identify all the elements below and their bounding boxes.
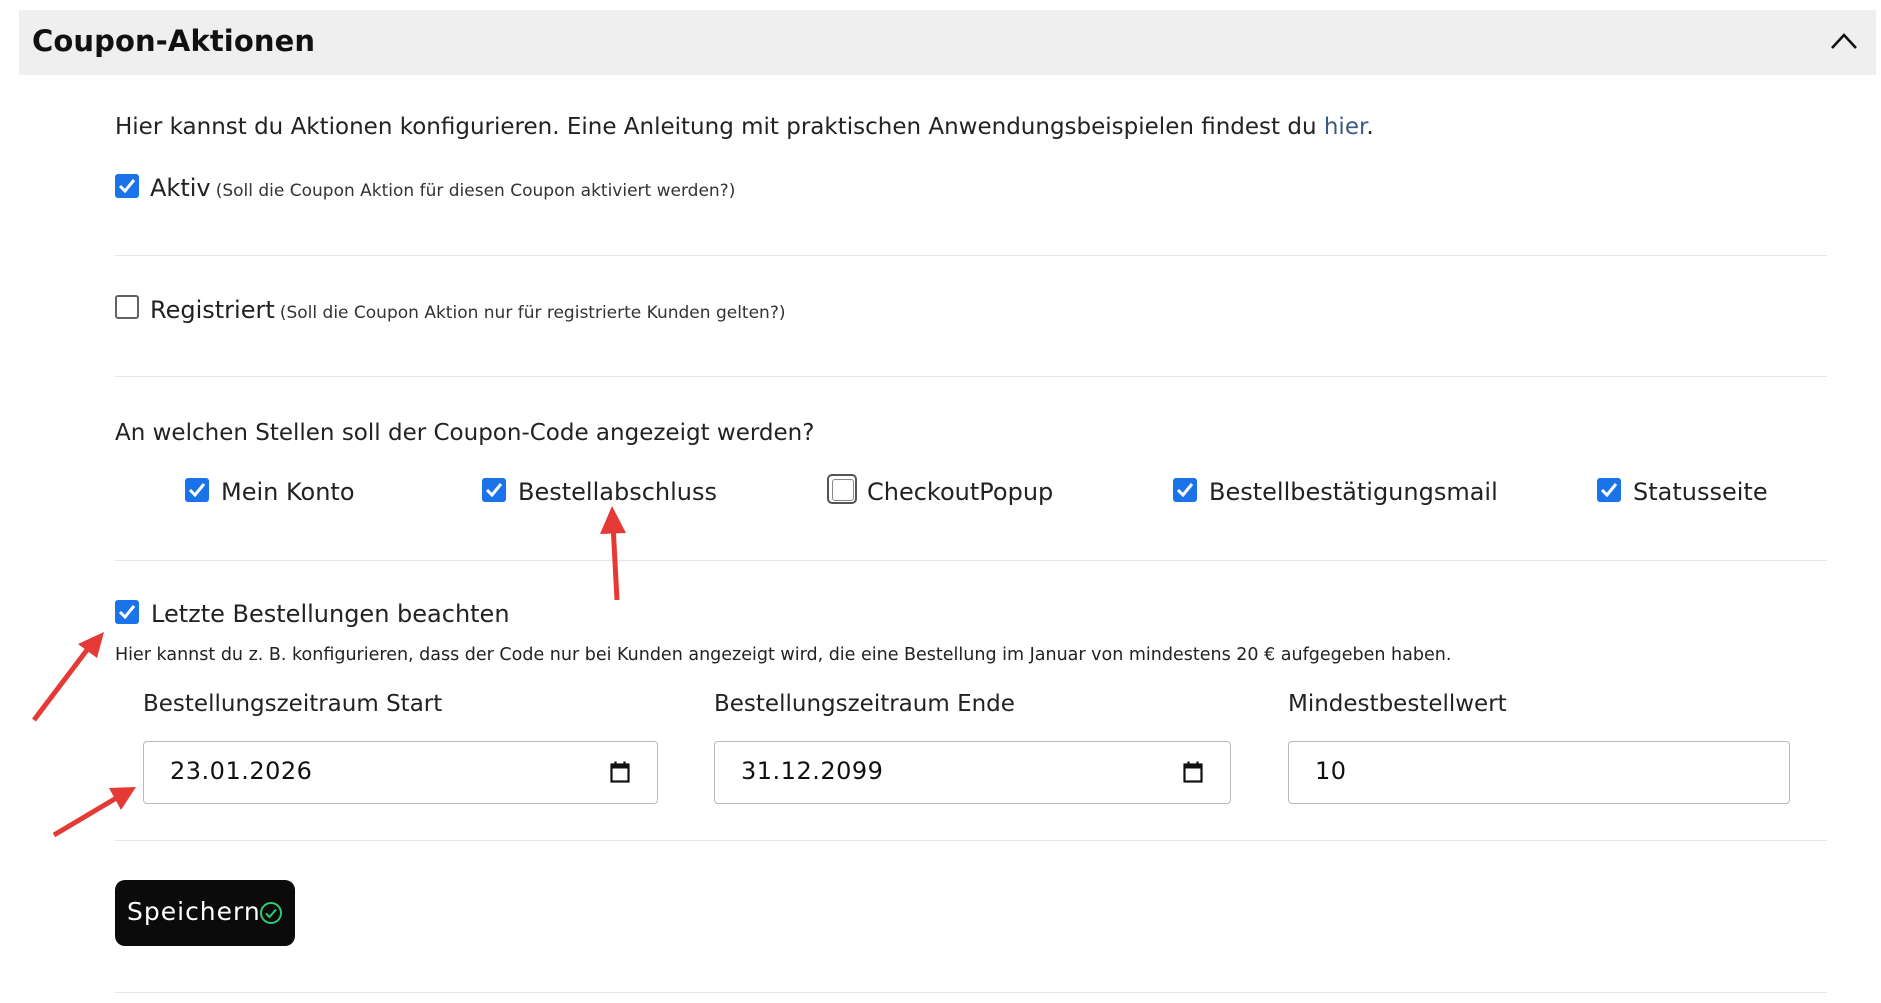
divider xyxy=(115,376,1827,377)
aktiv-checkbox[interactable] xyxy=(115,174,139,198)
start-date-label: Bestellungszeitraum Start xyxy=(143,691,443,717)
checkmark-icon xyxy=(188,483,206,497)
option-mein-konto-checkbox[interactable] xyxy=(185,478,209,502)
option-checkoutpopup-label[interactable]: CheckoutPopup xyxy=(867,478,1053,506)
placement-question: An welchen Stellen soll der Coupon-Code … xyxy=(115,420,815,446)
option-mein-konto-label[interactable]: Mein Konto xyxy=(221,478,355,506)
panel-header[interactable]: Coupon-Aktionen xyxy=(19,10,1876,75)
panel-title: Coupon-Aktionen xyxy=(32,24,316,58)
save-button-label: Speichern xyxy=(127,897,261,926)
option-bestellbestaetigungsmail-checkbox[interactable] xyxy=(1173,478,1197,502)
last-orders-checkbox[interactable] xyxy=(115,600,139,624)
checkmark-icon xyxy=(118,179,136,193)
min-order-label: Mindestbestellwert xyxy=(1288,691,1507,717)
guide-link[interactable]: hier xyxy=(1324,114,1366,140)
end-date-label: Bestellungszeitraum Ende xyxy=(714,691,1015,717)
aktiv-hint: (Soll die Coupon Aktion für diesen Coupo… xyxy=(215,181,736,201)
checkmark-icon xyxy=(485,483,503,497)
registriert-hint: (Soll die Coupon Aktion nur für registri… xyxy=(279,303,786,323)
end-date-input[interactable]: 31.12.2099 xyxy=(714,741,1231,804)
last-orders-label[interactable]: Letzte Bestellungen beachten xyxy=(151,600,510,628)
divider xyxy=(115,255,1827,256)
last-orders-description: Hier kannst du z. B. konfigurieren, dass… xyxy=(115,645,1452,665)
calendar-icon[interactable] xyxy=(610,761,630,783)
start-date-input[interactable]: 23.01.2026 xyxy=(143,741,658,804)
divider xyxy=(115,840,1827,841)
registriert-label-group[interactable]: Registriert (Soll die Coupon Aktion nur … xyxy=(150,296,785,324)
end-date-value: 31.12.2099 xyxy=(741,757,884,785)
option-statusseite-label[interactable]: Statusseite xyxy=(1633,478,1768,506)
min-order-value: 10 xyxy=(1315,757,1347,785)
annotation-arrow-icon xyxy=(600,506,626,601)
annotation-arrow-icon xyxy=(52,787,136,838)
check-circle-icon xyxy=(260,902,282,924)
option-statusseite-checkbox[interactable] xyxy=(1597,478,1621,502)
save-button[interactable]: Speichern xyxy=(115,880,295,946)
registriert-label: Registriert xyxy=(150,296,275,324)
divider xyxy=(115,992,1827,993)
calendar-icon[interactable] xyxy=(1183,761,1203,783)
aktiv-label: Aktiv xyxy=(150,174,211,202)
aktiv-label-group[interactable]: Aktiv (Soll die Coupon Aktion für diesen… xyxy=(150,174,735,202)
option-bestellbestaetigungsmail-label[interactable]: Bestellbestätigungsmail xyxy=(1209,478,1498,506)
divider xyxy=(115,560,1827,561)
registriert-checkbox[interactable] xyxy=(115,295,139,319)
chevron-up-icon[interactable] xyxy=(1830,32,1858,50)
option-checkoutpopup-checkbox[interactable] xyxy=(827,474,857,504)
checkmark-icon xyxy=(118,605,136,619)
annotation-arrow-icon xyxy=(32,632,104,722)
start-date-value: 23.01.2026 xyxy=(170,757,313,785)
checkmark-icon xyxy=(1176,483,1194,497)
checkmark-icon xyxy=(1600,483,1618,497)
intro-text: Hier kannst du Aktionen konfigurieren. E… xyxy=(115,114,1374,140)
min-order-input[interactable]: 10 xyxy=(1288,741,1790,804)
option-bestellabschluss-checkbox[interactable] xyxy=(482,478,506,502)
